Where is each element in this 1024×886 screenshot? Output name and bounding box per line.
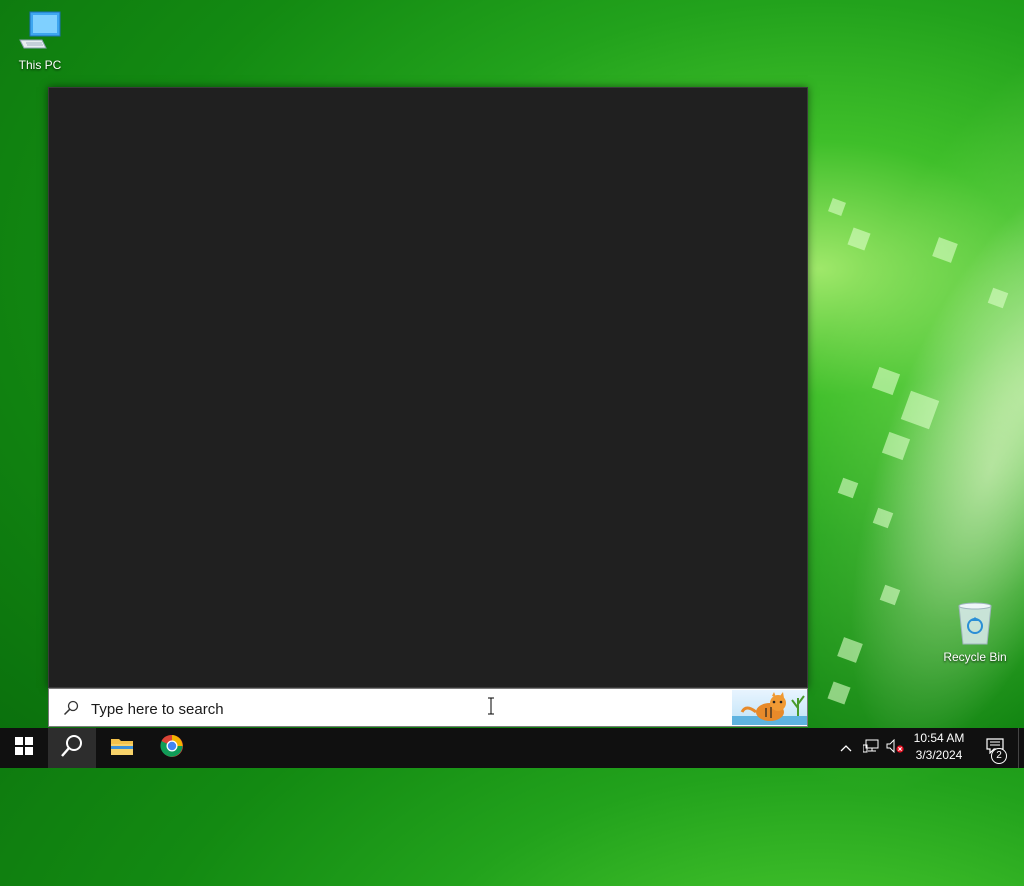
wallpaper-square: [827, 681, 851, 705]
text-cursor-icon: [487, 697, 495, 715]
wallpaper-square: [987, 287, 1009, 309]
wallpaper-square: [837, 477, 859, 499]
clock-date: 3/3/2024: [915, 748, 963, 762]
volume-muted-icon: [886, 738, 904, 758]
notification-count-badge: 2: [991, 748, 1007, 764]
windows-logo-icon: [15, 736, 33, 760]
wallpaper-square: [847, 227, 871, 251]
taskbar-search-button[interactable]: [48, 728, 96, 768]
search-results-panel: [48, 87, 808, 688]
search-icon: [60, 734, 84, 763]
tiger-doodle-image[interactable]: [732, 690, 807, 725]
tray-overflow-button[interactable]: [836, 728, 856, 768]
wallpaper-square: [828, 198, 846, 216]
wallpaper-square: [837, 637, 863, 663]
taskbar-clock[interactable]: 10:54 AM 3/3/2024: [906, 730, 972, 766]
taskbar-app-chrome[interactable]: [148, 728, 196, 768]
desktop-icon-label: Recycle Bin: [943, 650, 1007, 664]
chrome-icon: [160, 734, 184, 763]
wallpaper-square: [932, 237, 958, 263]
clock-time: 10:54 AM: [913, 731, 965, 745]
search-input[interactable]: [89, 695, 733, 723]
wallpaper-square: [879, 584, 901, 606]
magnifier-icon: [63, 700, 79, 716]
start-button[interactable]: [0, 728, 48, 768]
network-icon: [862, 739, 879, 758]
taskbar: 10:54 AM 3/3/2024: [0, 728, 1024, 768]
wallpaper-square: [871, 366, 901, 396]
desktop-icon-this-pc[interactable]: This PC: [0, 10, 80, 72]
taskbar-app-file-explorer[interactable]: [98, 728, 146, 768]
folder-icon: [110, 736, 134, 761]
search-box[interactable]: [48, 688, 808, 727]
recycle-bin-icon: [951, 602, 999, 646]
wallpaper-square: [900, 390, 940, 430]
tray-volume-button[interactable]: [884, 728, 906, 768]
show-desktop-button[interactable]: [1018, 728, 1024, 768]
wallpaper-square: [872, 507, 894, 529]
computer-icon: [16, 10, 64, 54]
wallpaper-square: [881, 431, 911, 461]
chevron-up-icon: [840, 739, 852, 757]
desktop-icon-recycle-bin[interactable]: Recycle Bin: [935, 602, 1015, 664]
tray-network-button[interactable]: [860, 728, 882, 768]
desktop-icon-label: This PC: [18, 58, 62, 72]
